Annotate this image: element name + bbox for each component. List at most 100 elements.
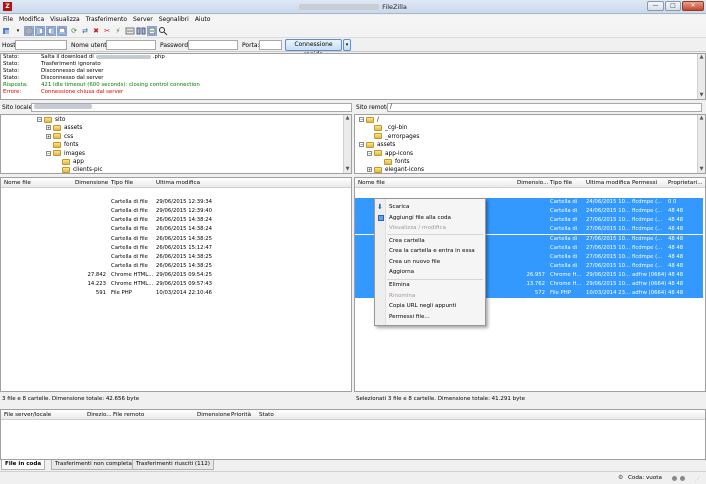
tree-node[interactable]: fonts — [46, 141, 79, 150]
column-header-modified[interactable]: Ultima modifica — [156, 180, 200, 186]
search-remote-files-icon[interactable] — [158, 26, 168, 36]
scroll-down-arrow-icon[interactable]: ▼ — [698, 92, 705, 99]
tree-node[interactable]: + css — [46, 133, 73, 142]
directory-listing-filters-icon[interactable] — [125, 26, 135, 36]
log-scrollbar[interactable]: ▲ ▼ — [697, 54, 705, 99]
column-header-size[interactable]: Dimensio... — [517, 180, 548, 186]
queue-column-direction[interactable]: Direzio... — [87, 412, 112, 418]
toggle-local-tree-icon[interactable] — [35, 26, 45, 36]
queue-column-remote-file[interactable]: File remoto — [113, 412, 144, 418]
expand-toggle-icon[interactable]: − — [359, 117, 364, 122]
expand-toggle-icon[interactable]: − — [359, 142, 364, 148]
tree-node[interactable]: − app-icons — [367, 150, 413, 159]
tree-node[interactable]: app — [55, 158, 84, 167]
context-menu-item[interactable]: Scarica — [389, 204, 409, 210]
tree-node[interactable]: _errorpages — [367, 133, 419, 142]
quickconnect-history-dropdown[interactable]: ▾ — [343, 39, 351, 51]
synchronized-browsing-icon[interactable] — [147, 26, 157, 36]
column-header-modified[interactable]: Ultima modifica — [586, 180, 630, 186]
remote-tree-scrollbar[interactable]: ▲ ▼ — [697, 115, 705, 173]
reconnect-icon[interactable]: ⚡ — [113, 26, 123, 36]
expand-toggle-icon[interactable]: + — [46, 133, 51, 139]
port-input[interactable] — [259, 40, 282, 50]
context-menu-item[interactable]: Crea cartella — [389, 238, 425, 244]
menu-server[interactable]: Server — [130, 15, 156, 23]
context-menu-item[interactable]: Copia URL negli appunti — [389, 303, 456, 309]
table-row[interactable]: subscribeCartella di file26/06/2015 14:3… — [1, 262, 351, 271]
scroll-up-arrow-icon[interactable]: ▲ — [698, 115, 705, 122]
scroll-up-arrow-icon[interactable]: ▲ — [698, 54, 705, 61]
table-row[interactable]: .. — [355, 189, 705, 198]
menu-segnalibri[interactable]: Segnalibri — [156, 15, 192, 23]
context-menu-item[interactable]: Crea la cartella e entra in essa — [389, 248, 475, 254]
refresh-icon[interactable]: ⟳ — [69, 26, 79, 36]
expand-toggle-icon[interactable]: − — [367, 150, 372, 156]
quickconnect-button[interactable]: Connessione rapida — [285, 39, 342, 58]
scroll-up-arrow-icon[interactable]: ▲ — [344, 115, 351, 122]
table-row[interactable]: index.html27.842Chrome HTML...29/06/2015… — [1, 271, 351, 280]
username-input[interactable] — [106, 40, 156, 50]
maximize-button[interactable]: □ — [665, 1, 681, 11]
queue-column-size[interactable]: Dimensione — [197, 412, 230, 418]
compare-directories-icon[interactable] — [136, 26, 146, 36]
tree-node[interactable]: − sito — [37, 116, 65, 125]
local-tree-scrollbar[interactable]: ▲ ▼ — [343, 115, 351, 173]
column-header-size[interactable]: Dimensione — [75, 180, 108, 186]
menu-aiuto[interactable]: Aiuto — [192, 15, 214, 23]
context-menu-item[interactable]: Elimina — [389, 282, 410, 288]
toggle-queue-icon[interactable] — [57, 26, 67, 36]
expand-toggle-icon[interactable]: − — [37, 117, 42, 122]
tree-node[interactable]: clients-pic — [55, 166, 103, 173]
column-header-type[interactable]: Tipo file — [550, 180, 572, 186]
tree-node[interactable]: − images — [46, 150, 85, 159]
queue-column-status[interactable]: Stato — [259, 412, 274, 418]
site-manager-icon[interactable] — [2, 26, 12, 36]
column-header-name[interactable]: Nome file — [4, 180, 31, 186]
menu-trasferimento[interactable]: Trasferimento — [83, 15, 130, 23]
context-menu-item[interactable]: Crea un nuovo file — [389, 259, 440, 265]
toggle-remote-tree-icon[interactable] — [46, 26, 56, 36]
scroll-down-arrow-icon[interactable]: ▼ — [344, 166, 351, 173]
remote-path-input[interactable]: / — [387, 103, 702, 112]
queue-column-priority[interactable]: Priorità — [231, 412, 251, 418]
tree-node[interactable]: + elegant-icons — [367, 166, 424, 173]
scroll-down-arrow-icon[interactable]: ▼ — [698, 166, 705, 173]
table-row[interactable]: sendmail.php591File PHP10/03/2014 22:10:… — [1, 289, 351, 298]
tree-node[interactable]: fonts — [377, 158, 410, 167]
minimize-button[interactable]: — — [647, 1, 664, 11]
table-row[interactable]: .. — [1, 189, 351, 198]
disconnect-icon[interactable]: ✂ — [102, 26, 112, 36]
table-row[interactable]: cssCartella di file26/06/2015 14:38:24 — [1, 225, 351, 234]
tree-node[interactable]: _cgi-bin — [367, 124, 407, 133]
table-row[interactable]: _errorpagesCartella di file29/06/2015 12… — [1, 207, 351, 216]
process-queue-icon[interactable]: ⇄ — [80, 26, 90, 36]
tree-node[interactable]: + assets — [46, 124, 82, 133]
host-input[interactable] — [15, 40, 67, 50]
expand-toggle-icon[interactable]: − — [46, 150, 51, 156]
queue-column-local-file[interactable]: File server/locale — [4, 412, 51, 418]
table-row[interactable]: jsCartella di file26/06/2015 14:38:25 — [1, 253, 351, 262]
tree-node[interactable]: − assets — [359, 141, 395, 150]
table-row[interactable]: assetsCartella di file26/06/2015 14:38:2… — [1, 216, 351, 225]
table-row[interactable]: imagesCartella di file26/06/2015 15:12:4… — [1, 244, 351, 253]
column-header-owner[interactable]: Proprietari... — [668, 180, 703, 186]
column-header-type[interactable]: Tipo file — [111, 180, 133, 186]
menu-file[interactable]: File — [0, 15, 16, 23]
table-row[interactable]: _cgi-binCartella di file29/06/2015 12:39… — [1, 198, 351, 207]
password-input[interactable] — [188, 40, 238, 50]
local-path-input[interactable] — [31, 103, 352, 112]
column-header-permissions[interactable]: Permessi — [632, 180, 657, 186]
expand-toggle-icon[interactable]: + — [367, 167, 372, 173]
context-menu-item[interactable]: Permessi file... — [389, 314, 430, 320]
table-row[interactable]: fontsCartella di file26/06/2015 14:38:25 — [1, 235, 351, 244]
column-header-name[interactable]: Nome file — [358, 180, 385, 186]
resize-grip-icon[interactable]: ⋰ — [695, 477, 700, 483]
cancel-operation-icon[interactable]: ✖ — [91, 26, 101, 36]
toggle-log-icon[interactable] — [24, 26, 34, 36]
tab-failed-transfers[interactable]: Trasferimenti non completati — [51, 460, 140, 470]
tree-node[interactable]: − / — [359, 116, 379, 125]
site-manager-dropdown-icon[interactable]: ▾ — [13, 26, 23, 36]
close-button[interactable]: ✕ — [682, 1, 704, 11]
table-row[interactable]: .html14.223Chrome HTML...29/06/2015 09:5… — [1, 280, 351, 289]
context-menu-item[interactable]: Aggiungi file alla coda — [389, 215, 451, 221]
